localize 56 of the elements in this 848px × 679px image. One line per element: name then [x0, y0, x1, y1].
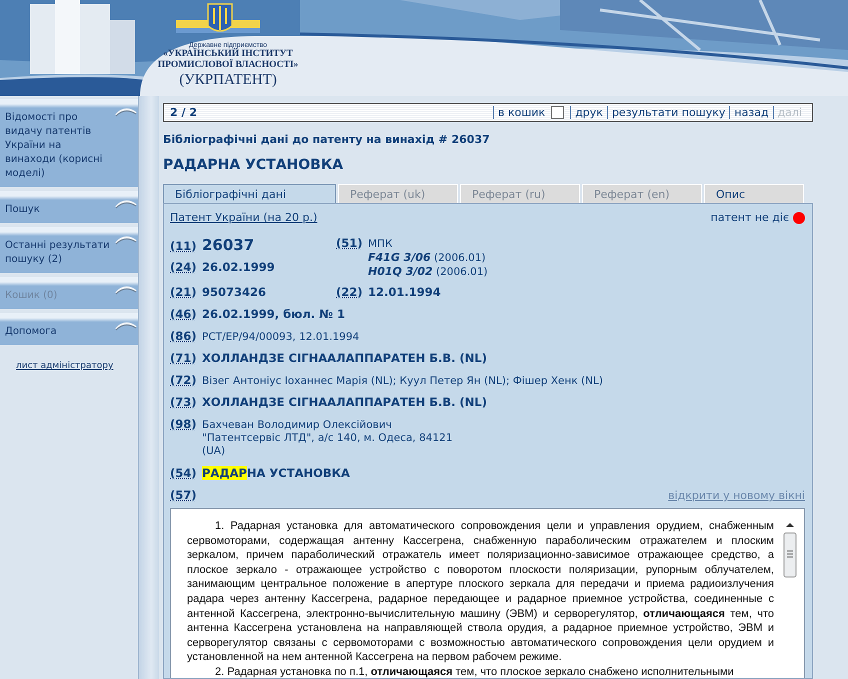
org-name: «УКРАЇНСЬКИЙ ІНСТИТУТ	[163, 49, 293, 59]
patent-type-link[interactable]: Патент України (на 20 р.)	[170, 211, 318, 224]
field-value: 26.02.1999, бюл. № 1	[202, 307, 345, 321]
claim-paragraph: 2. Радарная установка по п.1, отличающаяся тем, что плоское зеркало снабжено исполнительными	[214, 664, 735, 678]
field-code[interactable]: (73)	[170, 395, 200, 409]
hook-icon	[115, 285, 137, 295]
toolbar-link[interactable]: результати пошуку	[606, 106, 730, 119]
sidebar-link[interactable]: Допомога	[5, 325, 114, 339]
hook-icon	[115, 199, 137, 209]
org-short-name: (УКРПАТЕНТ)	[179, 72, 277, 89]
class-code: H01Q 3/02 (2006.01)	[368, 265, 488, 279]
subtitle: Бібліографічні дані до патенту на винахід # 26037	[163, 133, 491, 146]
field-code[interactable]: (24)	[170, 260, 200, 274]
field-code[interactable]: (46)	[170, 307, 200, 321]
field-code[interactable]: (72)	[170, 373, 200, 387]
claim-paragraph: 1. Радарная установка для автоматического сопровождения цели и управления орудием, снабженным сервомоторами, содержащая антенну Кассегрена, снабженную параболическим отражателем и плоским зеркалом, причем параболический отражатель имеет поляризационно-зависимое отражающее средство, а плоское зеркало - отражающее устройство с поворотом плоскости поляризации, рупорным облучателем, занимающим центральное положение в апертуре плоского зеркала для передачи и приема радиоизлучения радара через антенну Кассегрена, радарное передающее и радарное приемное устройства, соединенные с антенной Кассегрена, электронно-вычислительную машину (ЭВМ) и серворегулятор, отличающаяся тем, что антенна Кассегрена установлена на направляющей ствола орудия, а радарное приемное устройство, ЭВМ и серворегулятор связаны с сервомоторами с возможностью автоматического сопровождения цели орудием и установленной на нем антенной Кассегрена на первом рабочем режиме.	[187, 519, 774, 665]
field-value: 26037	[202, 236, 254, 254]
field-code[interactable]: (51)	[336, 236, 366, 250]
field-value: 12.01.1994	[368, 285, 441, 299]
sidebar-link[interactable]: Відомості про видачу патентів України на винаходи (корисні моделі)	[5, 111, 114, 181]
field-value: "Патентсервіс ЛТД", а/с 140, м. Одеса, 84121	[202, 432, 453, 445]
field-value: Візег Антоніус Іоханнес Марія (NL); Куул Петер Ян (NL); Фішер Хенк (NL)	[202, 375, 603, 387]
tab[interactable]: Бібліографічні дані	[163, 184, 336, 203]
field-value: ХОЛЛАНДЗЕ СІГНААЛАППАРАТЕН Б.В. (NL)	[202, 351, 488, 365]
field-value: PCT/EP/94/00093, 12.01.1994	[202, 331, 360, 343]
field-value: 26.02.1999	[202, 260, 275, 274]
field-code[interactable]: (21)	[170, 285, 200, 299]
toolbar-link[interactable]: друк	[570, 106, 607, 119]
sidebar-link[interactable]: Пошук	[5, 203, 114, 217]
hook-icon	[115, 107, 137, 117]
org-name: ПРОМИСЛОВОЇ ВЛАСНОСТІ»	[158, 60, 298, 71]
field-value: (UA)	[202, 445, 226, 458]
tab[interactable]: Опис	[704, 184, 804, 203]
field-value: Бахчеван Володимир Олексійович	[202, 419, 393, 432]
cart-checkbox[interactable]	[551, 106, 564, 119]
admin-link[interactable]: лист адміністратору	[16, 361, 138, 371]
field-code[interactable]: (22)	[336, 285, 366, 299]
hook-icon	[115, 235, 137, 245]
field-value: РАДАРНА УСТАНОВКА	[202, 466, 350, 480]
status-text: патент не діє	[710, 211, 789, 224]
field-code[interactable]: (11)	[170, 239, 200, 253]
field-label: МПК	[368, 238, 394, 251]
field-code[interactable]: (71)	[170, 351, 200, 365]
field-code[interactable]: (86)	[170, 329, 200, 343]
field-value: ХОЛЛАНДЗЕ СІГНААЛАППАРАТЕН Б.В. (NL)	[202, 395, 488, 409]
page-title: РАДАРНА УСТАНОВКА	[163, 157, 344, 173]
class-code: F41G 3/06 (2006.01)	[368, 251, 487, 265]
field-code[interactable]: (54)	[170, 466, 200, 480]
page-counter: 2 / 2	[170, 106, 197, 119]
field-code[interactable]: (57)	[170, 488, 200, 502]
field-value: 95073426	[202, 285, 266, 299]
sidebar-link[interactable]: Останні результати пошуку (2)	[5, 239, 114, 267]
cart-link[interactable]: в кошик	[492, 106, 550, 119]
hook-icon	[115, 321, 137, 331]
toolbar-link[interactable]: назад	[729, 106, 773, 119]
field-code[interactable]: (98)	[170, 417, 200, 431]
